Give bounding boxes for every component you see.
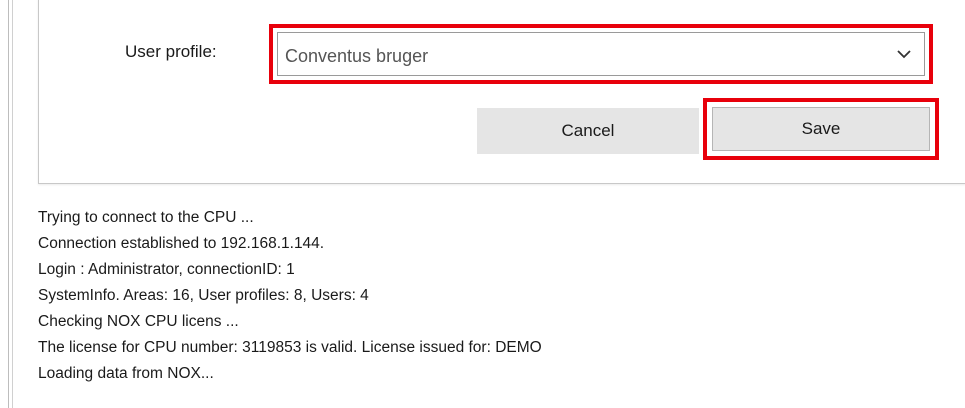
log-line: Loading data from NOX... — [38, 365, 214, 382]
window-border-inner — [12, 0, 13, 408]
log-line: Checking NOX CPU licens ... — [38, 313, 239, 330]
profile-row: User profile: Conventus bruger — [39, 24, 965, 84]
chevron-down-icon[interactable] — [884, 33, 924, 75]
cancel-button[interactable]: Cancel — [477, 108, 699, 154]
app-window: User profile: Conventus bruger Cancel Sa… — [0, 0, 965, 408]
user-profile-dialog: User profile: Conventus bruger Cancel Sa… — [38, 0, 965, 184]
user-profile-value: Conventus bruger — [285, 46, 429, 66]
log-line: SystemInfo. Areas: 16, User profiles: 8,… — [38, 287, 369, 304]
profile-label: User profile: — [125, 42, 217, 61]
connection-log: Trying to connect to the CPU ... Connect… — [38, 205, 938, 387]
log-line: The license for CPU number: 3119853 is v… — [38, 339, 542, 356]
save-highlight: Save — [703, 98, 939, 160]
log-line: Login : Administrator, connectionID: 1 — [38, 261, 295, 278]
log-line: Connection established to 192.168.1.144. — [38, 235, 325, 252]
select-highlight: Conventus bruger — [269, 24, 933, 84]
user-profile-select[interactable]: Conventus bruger — [277, 32, 925, 76]
window-border-left — [8, 0, 9, 408]
log-line: Trying to connect to the CPU ... — [38, 209, 254, 226]
save-button[interactable]: Save — [712, 107, 930, 151]
